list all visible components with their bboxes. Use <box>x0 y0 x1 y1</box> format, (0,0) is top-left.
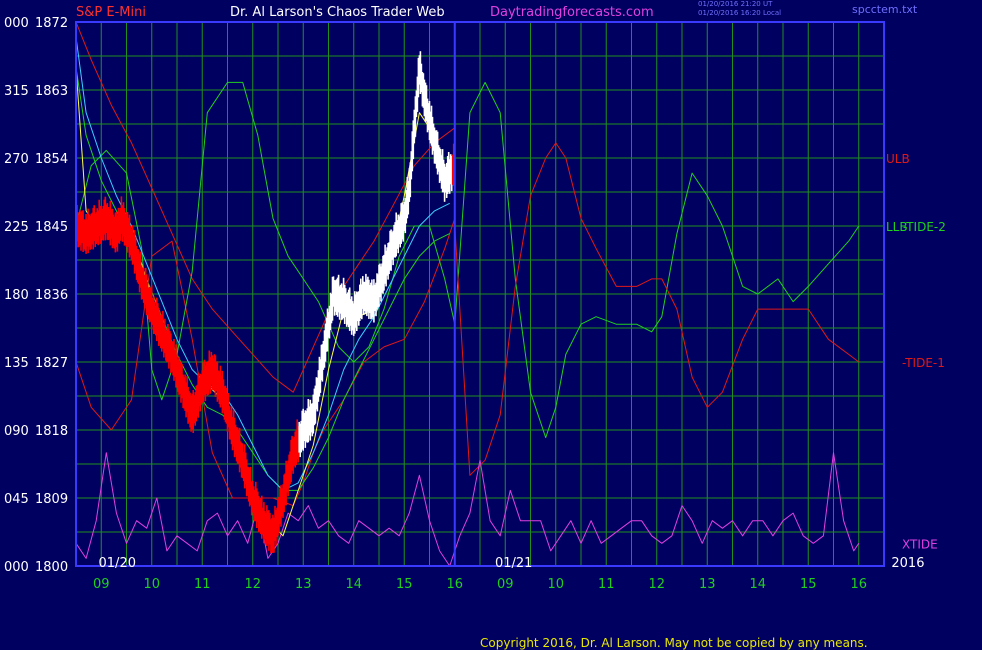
site-url[interactable]: Daytradingforecasts.com <box>490 5 654 20</box>
xtide-line <box>75 452 860 567</box>
y-tick-price: 1827 <box>35 356 68 371</box>
y-tick-left: 090 <box>4 424 29 439</box>
file-name: spcctem.txt <box>852 3 918 16</box>
y-tick-left: 135 <box>4 356 29 371</box>
y-tick-left: 180 <box>4 288 29 303</box>
x-tick-label: 12 <box>648 577 665 592</box>
x-tick-label: 10 <box>547 577 564 592</box>
x-tick-label: 15 <box>396 577 413 592</box>
x-tick-label: 15 <box>800 577 817 592</box>
right-label: ULB <box>886 152 910 166</box>
y-tick-price: 1863 <box>35 84 68 99</box>
x-tick-label: 14 <box>345 577 362 592</box>
tide-lines <box>75 81 860 567</box>
x-tick-label: 09 <box>497 577 514 592</box>
timestamp-local: 01/20/2016 16:20 Local <box>698 9 782 17</box>
upper-band-line <box>75 21 456 393</box>
moving-average-lines <box>75 37 451 537</box>
y-tick-left: 045 <box>4 492 29 507</box>
x-tick-label: 10 <box>143 577 160 592</box>
instrument-title: S&P E-Mini <box>76 5 146 20</box>
price-series <box>75 51 456 554</box>
y-tick-left: 270 <box>4 152 29 167</box>
chaos-trader-chart: 000 1872 315 1863 270 1854 225 1845 180 1836 135 18… <box>4 16 946 592</box>
x-tick-label: 11 <box>194 577 211 592</box>
x-tick-label: 09 <box>93 577 110 592</box>
x-tick-label: 16 <box>446 577 463 592</box>
x-tick-label: 16 <box>850 577 867 592</box>
right-label: XTIDE <box>902 537 938 551</box>
timestamp-ut: 01/20/2016 21:20 UT <box>698 0 773 8</box>
date-marker: 01/20 <box>99 556 136 571</box>
y-tick-price: 1818 <box>35 424 68 439</box>
site-title: Dr. Al Larson's Chaos Trader Web <box>230 5 445 20</box>
right-label: -TIDE-1 <box>902 356 945 370</box>
right-label: -TIDE-2 <box>903 220 946 234</box>
ma-green-line <box>75 67 450 491</box>
date-marker: 01/21 <box>495 556 532 571</box>
y-tick-left: 000 <box>4 16 29 31</box>
y-tick-price: 1845 <box>35 220 68 235</box>
grid-lines <box>76 21 884 567</box>
y-tick-left: 315 <box>4 84 29 99</box>
x-tick-label: 13 <box>295 577 312 592</box>
y-tick-price: 1854 <box>35 152 68 167</box>
x-tick-label: 12 <box>244 577 261 592</box>
y-tick-left: 000 <box>4 560 29 575</box>
x-tick-label: 11 <box>598 577 615 592</box>
copyright-notice: Copyright 2016, Dr. Al Larson. May not b… <box>480 636 868 650</box>
y-tick-price: 1800 <box>35 560 68 575</box>
x-tick-label: 13 <box>699 577 716 592</box>
y-tick-left: 225 <box>4 220 29 235</box>
date-marker: 2016 <box>891 556 924 571</box>
x-tick-label: 14 <box>749 577 766 592</box>
y-tick-price: 1872 <box>35 16 68 31</box>
y-tick-price: 1809 <box>35 492 68 507</box>
y-tick-price: 1836 <box>35 288 68 303</box>
